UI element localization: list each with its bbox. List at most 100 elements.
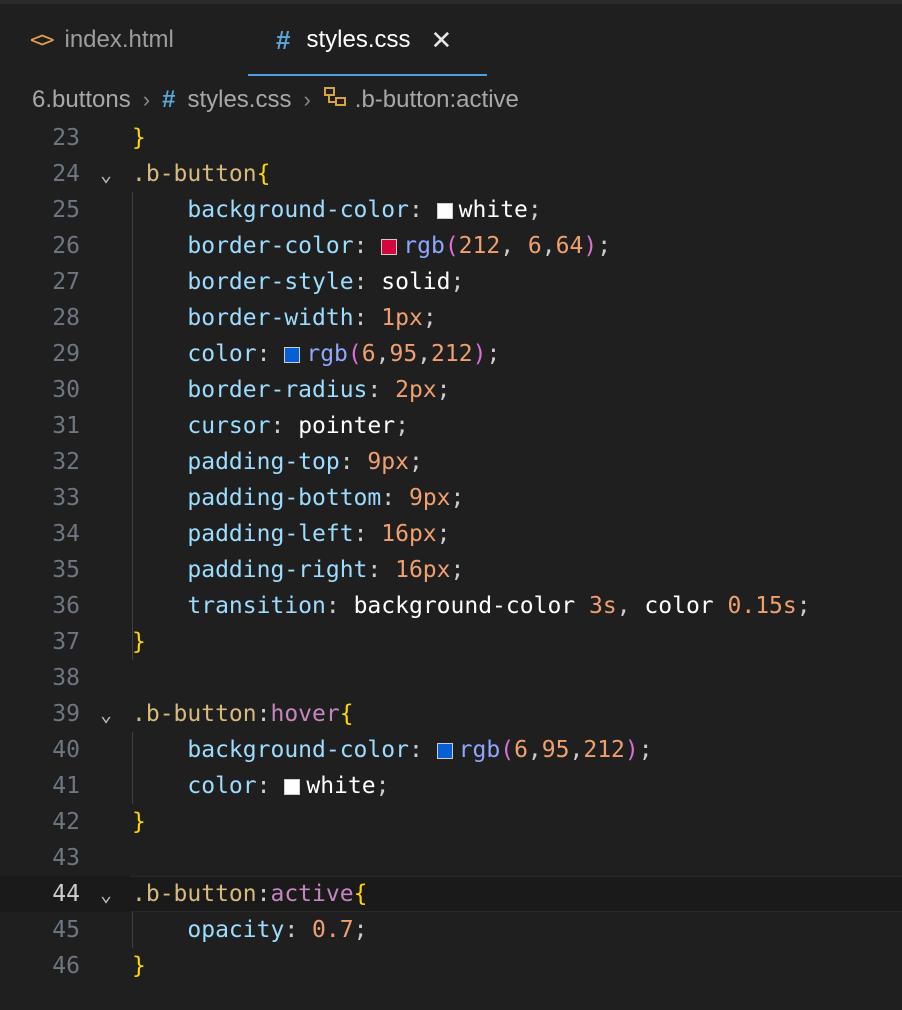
- code-line[interactable]: 38: [0, 660, 902, 696]
- color-swatch[interactable]: [436, 743, 453, 759]
- line-number: 40: [52, 737, 80, 763]
- property: padding-right: [187, 557, 368, 583]
- chevron-down-icon[interactable]: ⌄: [80, 882, 132, 906]
- brace: }: [132, 809, 146, 835]
- breadcrumb-folder[interactable]: 6.buttons: [32, 86, 131, 114]
- value: 9px: [408, 485, 451, 511]
- property: background-color: [187, 737, 409, 763]
- number: 6: [361, 341, 376, 367]
- symbol-class-icon-svg: [323, 87, 346, 106]
- line-number: 45: [52, 917, 80, 943]
- line-number: 41: [52, 773, 80, 799]
- code-line[interactable]: 39 ⌄ .b-button:hover{: [0, 696, 902, 732]
- tab-index-html[interactable]: <> index.html: [30, 4, 174, 76]
- property: padding-left: [187, 521, 354, 547]
- line-number: 26: [52, 233, 80, 259]
- line-number: 38: [52, 665, 80, 691]
- value: 16px: [395, 557, 451, 583]
- tab-label: styles.css: [306, 26, 411, 53]
- code-line[interactable]: 40 background-color: rgb(6,95,212);: [0, 732, 902, 768]
- code-line[interactable]: 30 border-radius: 2px;: [0, 372, 902, 408]
- number: 0.15s: [727, 593, 797, 619]
- number: 3s: [589, 593, 617, 619]
- value: 1px: [381, 305, 423, 331]
- code-line[interactable]: 33 padding-bottom: 9px;: [0, 480, 902, 516]
- chevron-down-icon[interactable]: ⌄: [80, 162, 132, 186]
- value: 16px: [381, 521, 437, 547]
- line-number: 35: [52, 557, 80, 583]
- line-number: 27: [52, 269, 80, 295]
- line-number: 39: [52, 701, 80, 727]
- code-line[interactable]: 46 }: [0, 948, 902, 984]
- code-line[interactable]: 45 opacity: 0.7;: [0, 912, 902, 948]
- code-line[interactable]: 34 padding-left: 16px;: [0, 516, 902, 552]
- function: rgb: [306, 341, 348, 367]
- pseudo-class: active: [270, 881, 354, 907]
- code-line[interactable]: 43: [0, 840, 902, 876]
- color-swatch[interactable]: [381, 239, 398, 255]
- value: white: [458, 197, 528, 223]
- color-swatch[interactable]: [284, 347, 301, 363]
- selector: .b-button: [132, 161, 257, 187]
- number: 95: [389, 341, 418, 367]
- code-line[interactable]: 29 color: rgb(6,95,212);: [0, 336, 902, 372]
- color-swatch[interactable]: [284, 779, 301, 795]
- brace: }: [132, 953, 146, 979]
- number: 64: [555, 233, 584, 259]
- number: 212: [431, 341, 473, 367]
- brace: {: [339, 701, 354, 727]
- code-line[interactable]: 32 padding-top: 9px;: [0, 444, 902, 480]
- line-number: 29: [52, 341, 80, 367]
- property: border-width: [187, 305, 354, 331]
- property: padding-bottom: [187, 485, 382, 511]
- line-number: 42: [52, 809, 80, 835]
- code-line[interactable]: 36 transition: background-color 3s, colo…: [0, 588, 902, 624]
- code-line[interactable]: 26 border-color: rgb(212, 6,64);: [0, 228, 902, 264]
- property: padding-top: [187, 449, 340, 475]
- html-file-icon: <>: [30, 27, 54, 53]
- symbol-class-icon: [323, 86, 347, 114]
- color-swatch[interactable]: [436, 203, 453, 219]
- code-line[interactable]: 31 cursor: pointer;: [0, 408, 902, 444]
- active-tab-indicator: [248, 74, 487, 76]
- code-line[interactable]: 41 color: white;: [0, 768, 902, 804]
- chevron-down-icon[interactable]: ⌄: [80, 702, 132, 726]
- line-number: 44: [52, 881, 80, 907]
- code-line[interactable]: 24 ⌄ .b-button{: [0, 156, 902, 192]
- code-line-current[interactable]: 44 ⌄ .b-button:active{: [0, 876, 902, 912]
- breadcrumb-symbol[interactable]: .b-button:active: [355, 86, 519, 114]
- code-editor[interactable]: 23 } 24 ⌄ .b-button{ 25 background-color…: [0, 120, 902, 984]
- property: transition: [187, 593, 326, 619]
- chevron-right-icon: ›: [303, 87, 311, 112]
- editor-tab-bar: <> index.html # styles.css ✕: [0, 4, 902, 76]
- close-icon[interactable]: ✕: [430, 27, 452, 53]
- line-number: 23: [52, 125, 80, 151]
- brace: {: [353, 881, 368, 907]
- number: 212: [458, 233, 501, 259]
- property: border-radius: [187, 377, 368, 403]
- value: 9px: [367, 449, 409, 475]
- property: background-color: [187, 197, 409, 223]
- code-line[interactable]: 37 }: [0, 624, 902, 660]
- line-number: 46: [52, 953, 80, 979]
- code-line[interactable]: 23 }: [0, 120, 902, 156]
- code-line[interactable]: 42 }: [0, 804, 902, 840]
- line-number: 28: [52, 305, 80, 331]
- code-line[interactable]: 35 padding-right: 16px;: [0, 552, 902, 588]
- code-line[interactable]: 28 border-width: 1px;: [0, 300, 902, 336]
- selector: .b-button: [132, 701, 257, 727]
- pseudo-class: hover: [270, 701, 340, 727]
- selector: .b-button: [132, 881, 257, 907]
- value: pointer: [298, 413, 396, 439]
- brace: {: [256, 161, 271, 187]
- brace: }: [132, 629, 146, 655]
- breadcrumb-file[interactable]: styles.css: [187, 86, 291, 114]
- number: 212: [583, 737, 625, 763]
- number: 6: [514, 737, 528, 763]
- code-line[interactable]: 25 background-color: white;: [0, 192, 902, 228]
- value: solid: [381, 269, 451, 295]
- tab-styles-css[interactable]: # styles.css ✕: [276, 4, 452, 76]
- css-hash-icon: #: [276, 24, 291, 55]
- code-line[interactable]: 27 border-style: solid;: [0, 264, 902, 300]
- breadcrumb: 6.buttons › # styles.css › .b-button:act…: [0, 76, 902, 124]
